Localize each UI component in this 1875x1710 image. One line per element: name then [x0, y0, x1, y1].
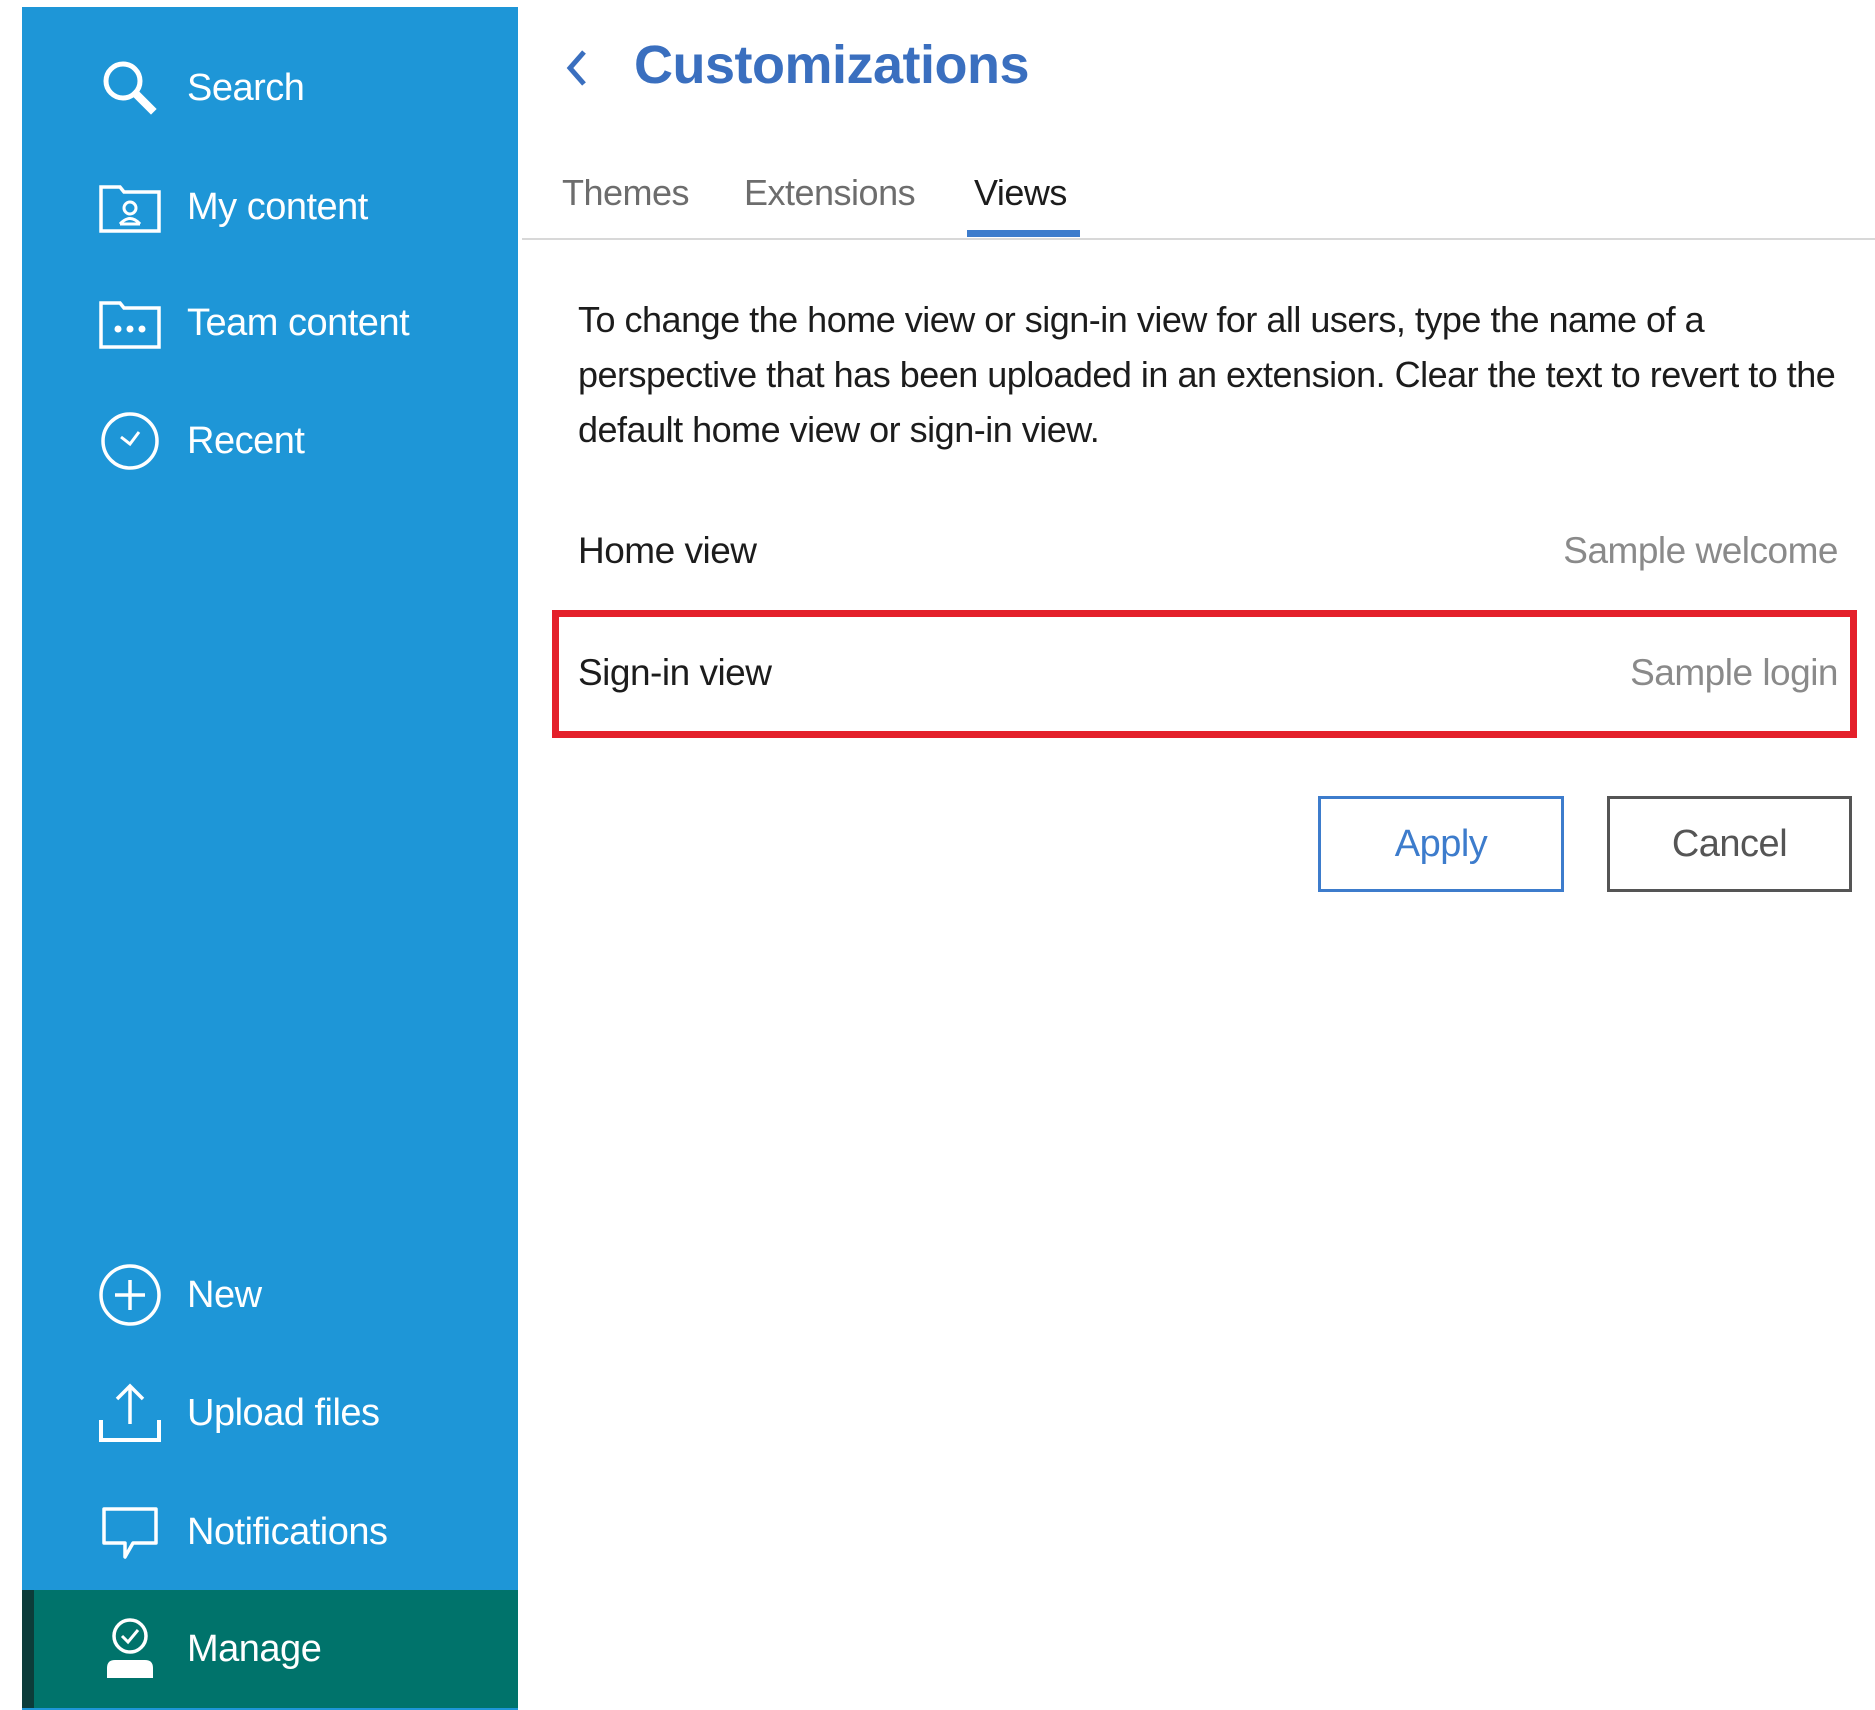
tab-themes[interactable]: Themes	[562, 172, 690, 214]
sign-in-view-label: Sign-in view	[578, 652, 772, 693]
views-description: To change the home view or sign-in view …	[578, 299, 1836, 450]
tab-extensions[interactable]: Extensions	[744, 172, 916, 214]
sidebar-item-label: New	[187, 1273, 262, 1316]
sidebar-item-label: Notifications	[187, 1510, 388, 1553]
back-button[interactable]	[548, 38, 608, 98]
sidebar-item-label: Search	[187, 66, 305, 109]
manage-user-icon	[94, 1613, 166, 1685]
sign-in-view-input[interactable]	[1318, 652, 1838, 694]
team-content-folder-icon	[94, 287, 166, 359]
cancel-button[interactable]: Cancel	[1607, 796, 1852, 892]
sidebar: Search My content Team content Recent Ne…	[22, 7, 518, 1710]
chevron-left-icon	[566, 50, 586, 86]
search-icon	[94, 52, 166, 124]
sidebar-item-label: Manage	[187, 1627, 322, 1670]
sidebar-item-team-content[interactable]: Team content	[22, 268, 518, 378]
sidebar-item-search[interactable]: Search	[22, 33, 518, 143]
sidebar-item-label: My content	[187, 185, 368, 228]
sidebar-item-upload-files[interactable]: Upload files	[22, 1358, 518, 1468]
active-tab-indicator	[967, 230, 1080, 237]
tab-bar: Themes Extensions Views	[522, 160, 1875, 240]
main-panel: Customizations Themes Extensions Views T…	[522, 0, 1875, 1710]
home-view-label: Home view	[578, 530, 757, 571]
sidebar-item-my-content[interactable]: My content	[22, 152, 518, 262]
plus-circle-icon	[94, 1259, 166, 1331]
sidebar-item-label: Upload files	[187, 1391, 380, 1434]
apply-button[interactable]: Apply	[1318, 796, 1564, 892]
sidebar-item-recent[interactable]: Recent	[22, 386, 518, 496]
tab-views[interactable]: Views	[974, 172, 1067, 214]
speech-bubble-icon	[94, 1496, 166, 1568]
upload-icon	[94, 1377, 166, 1449]
clock-icon	[94, 405, 166, 477]
sidebar-item-manage[interactable]: Manage	[22, 1590, 518, 1708]
sidebar-item-label: Team content	[187, 301, 410, 344]
page-title: Customizations	[634, 35, 1030, 95]
sidebar-item-label: Recent	[187, 419, 305, 462]
my-content-folder-icon	[94, 171, 166, 243]
sidebar-item-new[interactable]: New	[22, 1240, 518, 1350]
home-view-input[interactable]	[1318, 530, 1838, 572]
sidebar-item-notifications[interactable]: Notifications	[22, 1477, 518, 1587]
